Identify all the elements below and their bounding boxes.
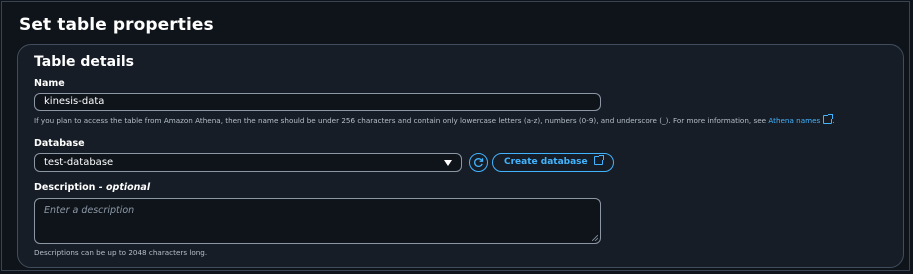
athena-names-link-text: Athena names	[768, 116, 821, 125]
caret-down-icon	[444, 160, 452, 166]
description-hint: Descriptions can be up to 2048 character…	[34, 248, 208, 257]
create-database-button[interactable]: Create database	[492, 153, 614, 172]
athena-names-link[interactable]: Athena names	[768, 114, 834, 125]
database-select[interactable]: test-database	[34, 153, 462, 172]
database-selected-value: test-database	[44, 157, 114, 168]
name-label: Name	[34, 78, 65, 89]
refresh-icon	[474, 158, 484, 168]
description-label: Description - optional	[34, 182, 150, 193]
create-database-label: Create database	[504, 157, 588, 167]
refresh-button[interactable]	[469, 153, 488, 172]
name-hint-text: If you plan to access the table from Ama…	[34, 116, 769, 125]
description-label-text: Description	[34, 182, 96, 193]
optional-tag: - optional	[95, 182, 151, 193]
page-title: Set table properties	[19, 15, 214, 35]
section-title: Table details	[34, 54, 134, 70]
database-label: Database	[34, 138, 85, 149]
external-link-icon	[823, 114, 834, 124]
table-details-container: Table details Name kinesis-data If you p…	[17, 44, 904, 268]
external-link-icon	[593, 155, 604, 165]
resize-handle-icon[interactable]	[592, 235, 598, 241]
description-textarea[interactable]: Enter a description	[34, 198, 601, 244]
description-placeholder: Enter a description	[44, 205, 135, 216]
name-input[interactable]: kinesis-data	[34, 93, 601, 111]
name-hint: If you plan to access the table from Ama…	[34, 114, 835, 125]
page-frame: Set table properties Table details Name …	[1, 1, 910, 271]
